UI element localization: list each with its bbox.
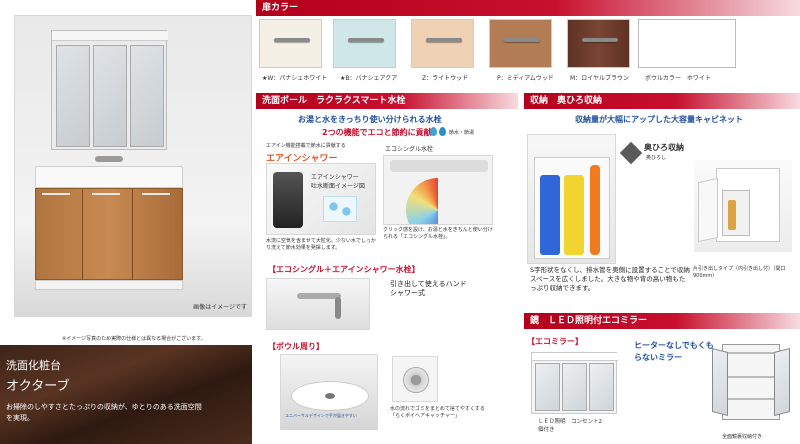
product-name: オクターブ (6, 379, 70, 394)
bowl-color-label: ボウルカラー ホワイト (645, 75, 711, 82)
product-category: 洗面化粧台 (6, 359, 61, 372)
swatch-medium-wood (489, 19, 552, 68)
product-banner: 洗面化粧台 オクターブ お掃除のしやすさとたっぷりの収納が、ゆとりのある洗面空間… (0, 345, 252, 444)
storage-badge-sub: 奥ひろし (646, 155, 667, 161)
yellow-bottle (564, 175, 584, 255)
cabinet-caption: 片引き出しタイプ（内引き出し付）（間口900mm） (693, 266, 786, 279)
air-in-image-sub: 吐水断面イメージ図 (311, 183, 365, 190)
led-mirror-image (531, 352, 618, 414)
hand-shower-text: 引き出して使えるハンドシャワー式 (390, 280, 467, 297)
mirror-catch: ヒーターなしでもくもらないミラー (634, 341, 714, 362)
temperature-fan-diagram (406, 178, 470, 224)
photo-caption: 画像はイメージです (193, 304, 247, 311)
eco-single-image (383, 155, 493, 225)
storage-header: 収納 奥ひろ収納 (524, 93, 800, 109)
photo-note: ※イメージ写真のため実際の仕様とは異なる場合がございます。 (62, 336, 206, 342)
swatch-bowl-white (638, 19, 736, 68)
blue-bottle (540, 175, 560, 255)
eco-mirror-label: 【エコミラー】 (527, 337, 583, 346)
countertop (35, 166, 183, 188)
water-drop-icon (430, 127, 437, 136)
cabinet-image (694, 160, 792, 252)
eco-icon-label: 節水・節湯 (449, 130, 475, 136)
bowl-image: ユニバーサルデザインで手が届きやすい (280, 354, 378, 430)
swatch-label-light-wood: Z：ライトウッド (422, 75, 469, 82)
mirror-open-image (712, 340, 792, 428)
swatch-aqua (333, 19, 396, 68)
hand-shower-image (266, 278, 370, 330)
door-color-header: 扉カラー (256, 0, 800, 16)
led-caption: ＬＥＤ照明 コンセント2個付き (538, 419, 603, 433)
swatch-light-wood (411, 19, 474, 68)
vanity-base (35, 188, 183, 281)
swatch-label-aqua: ★B：パナシェアクア (340, 75, 398, 82)
mirror-header: 鏡 ＬＥＤ照明付エコミラー (524, 313, 800, 329)
mirror-cabinet (51, 30, 168, 150)
swatch-label-royal-brown: M：ロイヤルブラウン (570, 75, 629, 82)
storage-headline: 収納量が大幅にアップした大容量キャビネット (575, 115, 743, 124)
catcher-text: 水の流れでゴミをまとめて捨てやすくする「らくポイヘアキャッチャー」 (390, 406, 485, 419)
eco-single-text: クリック感を設け、お湯と水をきちんと使い分けられる「エコシングル水栓」。 (383, 227, 493, 240)
drain-pipe (590, 165, 600, 255)
faucet-shower-image (273, 172, 303, 228)
faucet (95, 156, 123, 162)
storage-badge: 奥ひろ収納 奥ひろし (619, 140, 688, 168)
mirror-storage-caption: 全面鏡裏収納付き (722, 434, 763, 440)
air-in-image-title: エアインシャワー (311, 174, 359, 181)
air-bubbles-diagram (323, 196, 357, 222)
feature-heading: 【エコシングル＋エアインシャワー水栓】 (268, 265, 420, 274)
storage-badge-title: 奥ひろ収納 (644, 143, 684, 152)
water-drop-icon (439, 127, 446, 136)
storage-interior-image (527, 134, 616, 264)
swatch-label-white: ★W：パナシェホワイト (262, 75, 328, 82)
storage-badge-icon (619, 141, 643, 165)
bowl-section-header: 洗面ボール ラクラクスマート水栓 (256, 93, 518, 109)
bowl-headline: お湯と水をきっちり使い分けられる水栓 (298, 115, 442, 124)
swatch-label-medium-wood: P：ミディアムウッド (497, 75, 554, 82)
air-in-small: エアイン機能搭載で節水に貢献する (266, 143, 346, 149)
eco-single-title: エコシングル水栓 (385, 146, 434, 153)
bowl-subheadline: 2つの機能でエコと節約に貢献 (322, 128, 432, 137)
storage-description: S字形状をなくし、排水管を奥側に設置することで収納スペースを広くしました。大きな… (530, 266, 690, 292)
air-in-text: 水流に空気を含ませて大粒化。少ない水でしっかり洗えて節水効果を発揮します。 (266, 238, 376, 251)
bowl-image-text: ユニバーサルデザインで手が届きやすい (285, 413, 357, 418)
product-description: お掃除のしやすさとたっぷりの収納が、ゆとりのある洗面空間を実現。 (6, 403, 202, 422)
bowl-heading: 【ボウル周り】 (268, 342, 324, 351)
vanity-photo: 画像はイメージです (14, 15, 252, 317)
swatch-royal-brown (567, 19, 630, 68)
hair-catcher-image (392, 356, 438, 402)
swatch-white (259, 19, 322, 68)
air-in-image: エアインシャワー 吐水断面イメージ図 (266, 163, 376, 235)
